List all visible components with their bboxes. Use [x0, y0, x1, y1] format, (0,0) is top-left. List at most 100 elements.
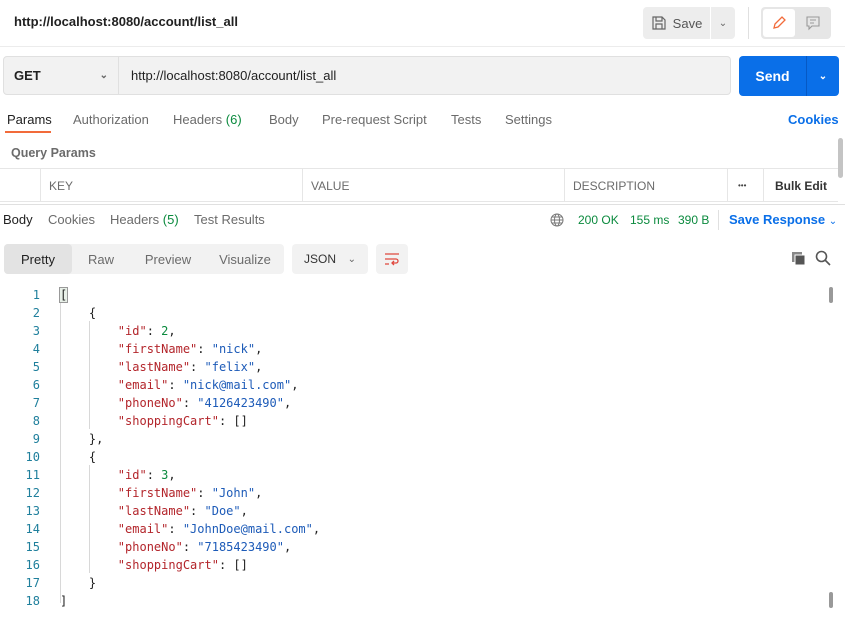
- save-icon: [652, 16, 666, 30]
- active-tab-indicator: [5, 131, 51, 133]
- tab-label: Pre-request Script: [322, 112, 427, 127]
- json-punctuation: [60, 504, 118, 518]
- json-punctuation: :: [146, 468, 162, 482]
- scrollbar[interactable]: [829, 287, 833, 303]
- tab-count: (5): [162, 212, 179, 227]
- send-label: Send: [755, 68, 790, 84]
- json-punctuation: [60, 540, 118, 554]
- json-punctuation: ,: [255, 360, 263, 374]
- request-tabs: Params Authorization Headers (6) Body Pr…: [0, 112, 845, 134]
- url-input[interactable]: http://localhost:8080/account/list_all: [119, 56, 731, 95]
- json-punctuation: [60, 378, 118, 392]
- tab-headers[interactable]: Headers (6): [173, 112, 242, 127]
- json-key: "id": [117, 324, 147, 338]
- chevron-down-icon: ⌄: [347, 253, 356, 265]
- json-punctuation: [60, 522, 118, 536]
- tab-count: (6): [225, 112, 242, 127]
- view-preview[interactable]: Preview: [130, 244, 206, 274]
- json-key: "email": [117, 522, 169, 536]
- tab-settings[interactable]: Settings: [505, 112, 552, 127]
- status-code[interactable]: 200 OK: [578, 213, 619, 227]
- code-line: "shoppingCart": []: [60, 556, 248, 574]
- wrap-lines-button[interactable]: [376, 244, 408, 274]
- tab-body[interactable]: Body: [269, 112, 299, 127]
- json-punctuation: },: [60, 432, 104, 446]
- json-string: "nick@mail.com": [182, 378, 292, 392]
- method-select[interactable]: GET ⌄: [3, 56, 119, 95]
- tab-label: Cookies: [48, 212, 95, 227]
- tab-response-body[interactable]: Body: [3, 212, 33, 227]
- json-punctuation: ]: [60, 594, 68, 608]
- json-key: "shoppingCart": [117, 558, 219, 572]
- send-button[interactable]: Send ⌄: [739, 56, 839, 96]
- view-mode-selector: Pretty Raw Preview Visualize: [4, 244, 284, 274]
- request-title: http://localhost:8080/account/list_all: [14, 14, 238, 29]
- json-string: "felix": [204, 360, 256, 374]
- line-number: 15: [25, 540, 40, 554]
- json-punctuation: :: [190, 360, 205, 374]
- tab-response-cookies[interactable]: Cookies: [48, 212, 95, 227]
- edit-mode-button[interactable]: [763, 9, 795, 37]
- json-punctuation: [60, 342, 118, 356]
- scrollbar[interactable]: [838, 138, 843, 178]
- code-line: {: [60, 304, 96, 322]
- search-icon[interactable]: [815, 250, 831, 266]
- code-line: "lastName": "felix",: [60, 358, 263, 376]
- tab-params[interactable]: Params: [7, 112, 52, 127]
- column-key: KEY: [40, 169, 302, 202]
- code-line: "shoppingCart": []: [60, 412, 248, 430]
- wrap-icon: [385, 253, 399, 266]
- code-line: "id": 2,: [60, 322, 176, 340]
- code-line: ]: [60, 592, 67, 610]
- format-select[interactable]: JSON ⌄: [292, 244, 368, 274]
- view-visualize[interactable]: Visualize: [206, 244, 284, 274]
- json-punctuation: ,: [312, 522, 321, 536]
- view-raw[interactable]: Raw: [72, 244, 130, 274]
- json-punctuation: ,: [255, 486, 263, 500]
- json-string: "4126423490": [197, 396, 284, 410]
- code-line: {: [60, 448, 96, 466]
- more-options-button[interactable]: •••: [727, 169, 763, 202]
- response-tabs: Body Cookies Headers (5) Test Results 20…: [0, 210, 845, 230]
- tab-test-results[interactable]: Test Results: [194, 212, 265, 227]
- line-number: 13: [25, 504, 40, 518]
- response-size[interactable]: 390 B: [678, 213, 709, 227]
- scrollbar[interactable]: [829, 592, 833, 608]
- comments-mode-button[interactable]: [797, 9, 829, 37]
- globe-icon[interactable]: [550, 213, 564, 227]
- json-punctuation: }: [60, 576, 97, 590]
- save-button[interactable]: Save: [643, 7, 710, 39]
- line-number: 7: [32, 396, 40, 410]
- json-string: "Doe": [204, 504, 241, 518]
- copy-icon[interactable]: [791, 251, 806, 266]
- json-key: "firstName": [117, 486, 198, 500]
- line-number: 4: [32, 342, 40, 356]
- tab-label: Settings: [505, 112, 552, 127]
- tab-label: Authorization: [73, 112, 149, 127]
- tab-tests[interactable]: Tests: [451, 112, 481, 127]
- json-punctuation: [60, 468, 118, 482]
- json-punctuation: {: [60, 306, 97, 320]
- response-time[interactable]: 155 ms: [630, 213, 669, 227]
- cookies-link[interactable]: Cookies: [788, 112, 839, 127]
- tab-authorization[interactable]: Authorization: [73, 112, 149, 127]
- method-value: GET: [14, 68, 41, 83]
- json-punctuation: :: [182, 540, 198, 554]
- tab-label: Headers: [110, 212, 160, 227]
- format-value: JSON: [304, 252, 337, 266]
- comment-icon: [806, 16, 820, 31]
- view-pretty[interactable]: Pretty: [4, 244, 72, 274]
- code-line: "id": 3,: [60, 466, 176, 484]
- save-response-button[interactable]: Save Response ⌄: [729, 212, 837, 227]
- send-dropdown[interactable]: ⌄: [806, 56, 839, 96]
- line-number: 10: [25, 450, 40, 464]
- line-number: 17: [25, 576, 40, 590]
- save-dropdown[interactable]: ⌄: [711, 7, 735, 39]
- line-number: 6: [32, 378, 40, 392]
- json-string: "nick": [211, 342, 256, 356]
- line-number: 12: [25, 486, 40, 500]
- tab-label: Body: [269, 112, 299, 127]
- tab-pre-request-script[interactable]: Pre-request Script: [322, 112, 427, 127]
- bulk-edit-button[interactable]: Bulk Edit: [763, 169, 838, 202]
- tab-response-headers[interactable]: Headers (5): [110, 212, 179, 227]
